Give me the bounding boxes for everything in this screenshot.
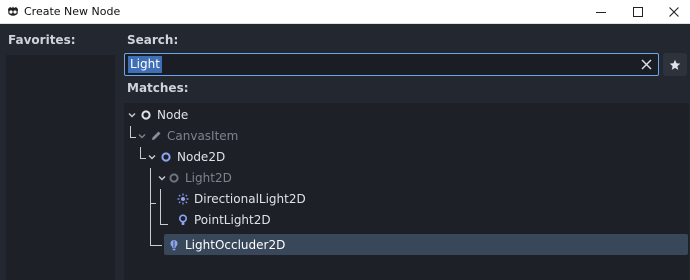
tree-item-label: LightOccluder2D — [185, 238, 286, 252]
sun-icon — [177, 193, 189, 205]
favorites-label: Favorites: — [8, 33, 76, 47]
maximize-button[interactable] — [622, 0, 654, 24]
minimize-icon — [596, 12, 606, 13]
window-title: Create New Node — [24, 5, 121, 18]
close-window-button[interactable] — [658, 0, 690, 24]
tree-item-light2d[interactable]: Light2D — [124, 168, 688, 188]
tree-guide-line — [150, 245, 162, 246]
tree-item-node[interactable]: Node — [124, 105, 688, 125]
clear-search-button[interactable] — [639, 57, 654, 72]
favorite-toggle-button[interactable] — [663, 53, 687, 76]
tree-item-label: Light2D — [185, 171, 232, 185]
search-label: Search: — [127, 33, 179, 47]
pencil-icon — [152, 131, 161, 140]
tree-item-label: Node — [157, 108, 189, 122]
point-light-icon — [178, 214, 188, 225]
title-bar: Create New Node — [0, 0, 690, 24]
tree-item-label: Node2D — [177, 150, 226, 164]
search-input-value: Light — [128, 56, 162, 73]
tree-item-label: CanvasItem — [167, 129, 239, 143]
circle-light2d-icon — [169, 173, 179, 183]
tree-item-pointlight2d[interactable]: PointLight2D — [124, 210, 688, 230]
circle-node2d-icon — [161, 152, 171, 162]
chevron-down-icon[interactable] — [147, 152, 157, 162]
matches-label: Matches: — [127, 81, 189, 95]
favorites-list[interactable] — [6, 55, 115, 280]
star-icon — [669, 59, 681, 70]
maximize-icon — [633, 7, 643, 17]
close-icon — [641, 59, 652, 70]
tree-item-node2d[interactable]: Node2D — [124, 147, 688, 167]
tree-item-label: PointLight2D — [194, 213, 271, 227]
minimize-button[interactable] — [585, 0, 617, 24]
godot-app-icon — [8, 6, 18, 16]
light-occluder-icon — [170, 240, 178, 251]
tree-item-directionallight2d[interactable]: DirectionalLight2D — [124, 189, 688, 209]
tree-item-lightoccluder2d[interactable]: LightOccluder2D — [164, 235, 688, 255]
tree-item-canvasitem[interactable]: CanvasItem — [124, 126, 688, 146]
chevron-down-icon[interactable] — [157, 173, 167, 183]
tree-item-label: DirectionalLight2D — [194, 192, 306, 206]
create-node-dialog: Favorites: Search: Light Matches: Node C… — [0, 24, 690, 280]
matches-tree[interactable]: Node CanvasItem Node2D Light2D Direction… — [124, 103, 689, 280]
chevron-down-icon[interactable] — [137, 131, 147, 141]
circle-node-icon — [141, 110, 151, 120]
chevron-down-icon[interactable] — [127, 110, 137, 120]
close-icon — [669, 7, 679, 17]
search-input[interactable]: Light — [124, 53, 659, 76]
